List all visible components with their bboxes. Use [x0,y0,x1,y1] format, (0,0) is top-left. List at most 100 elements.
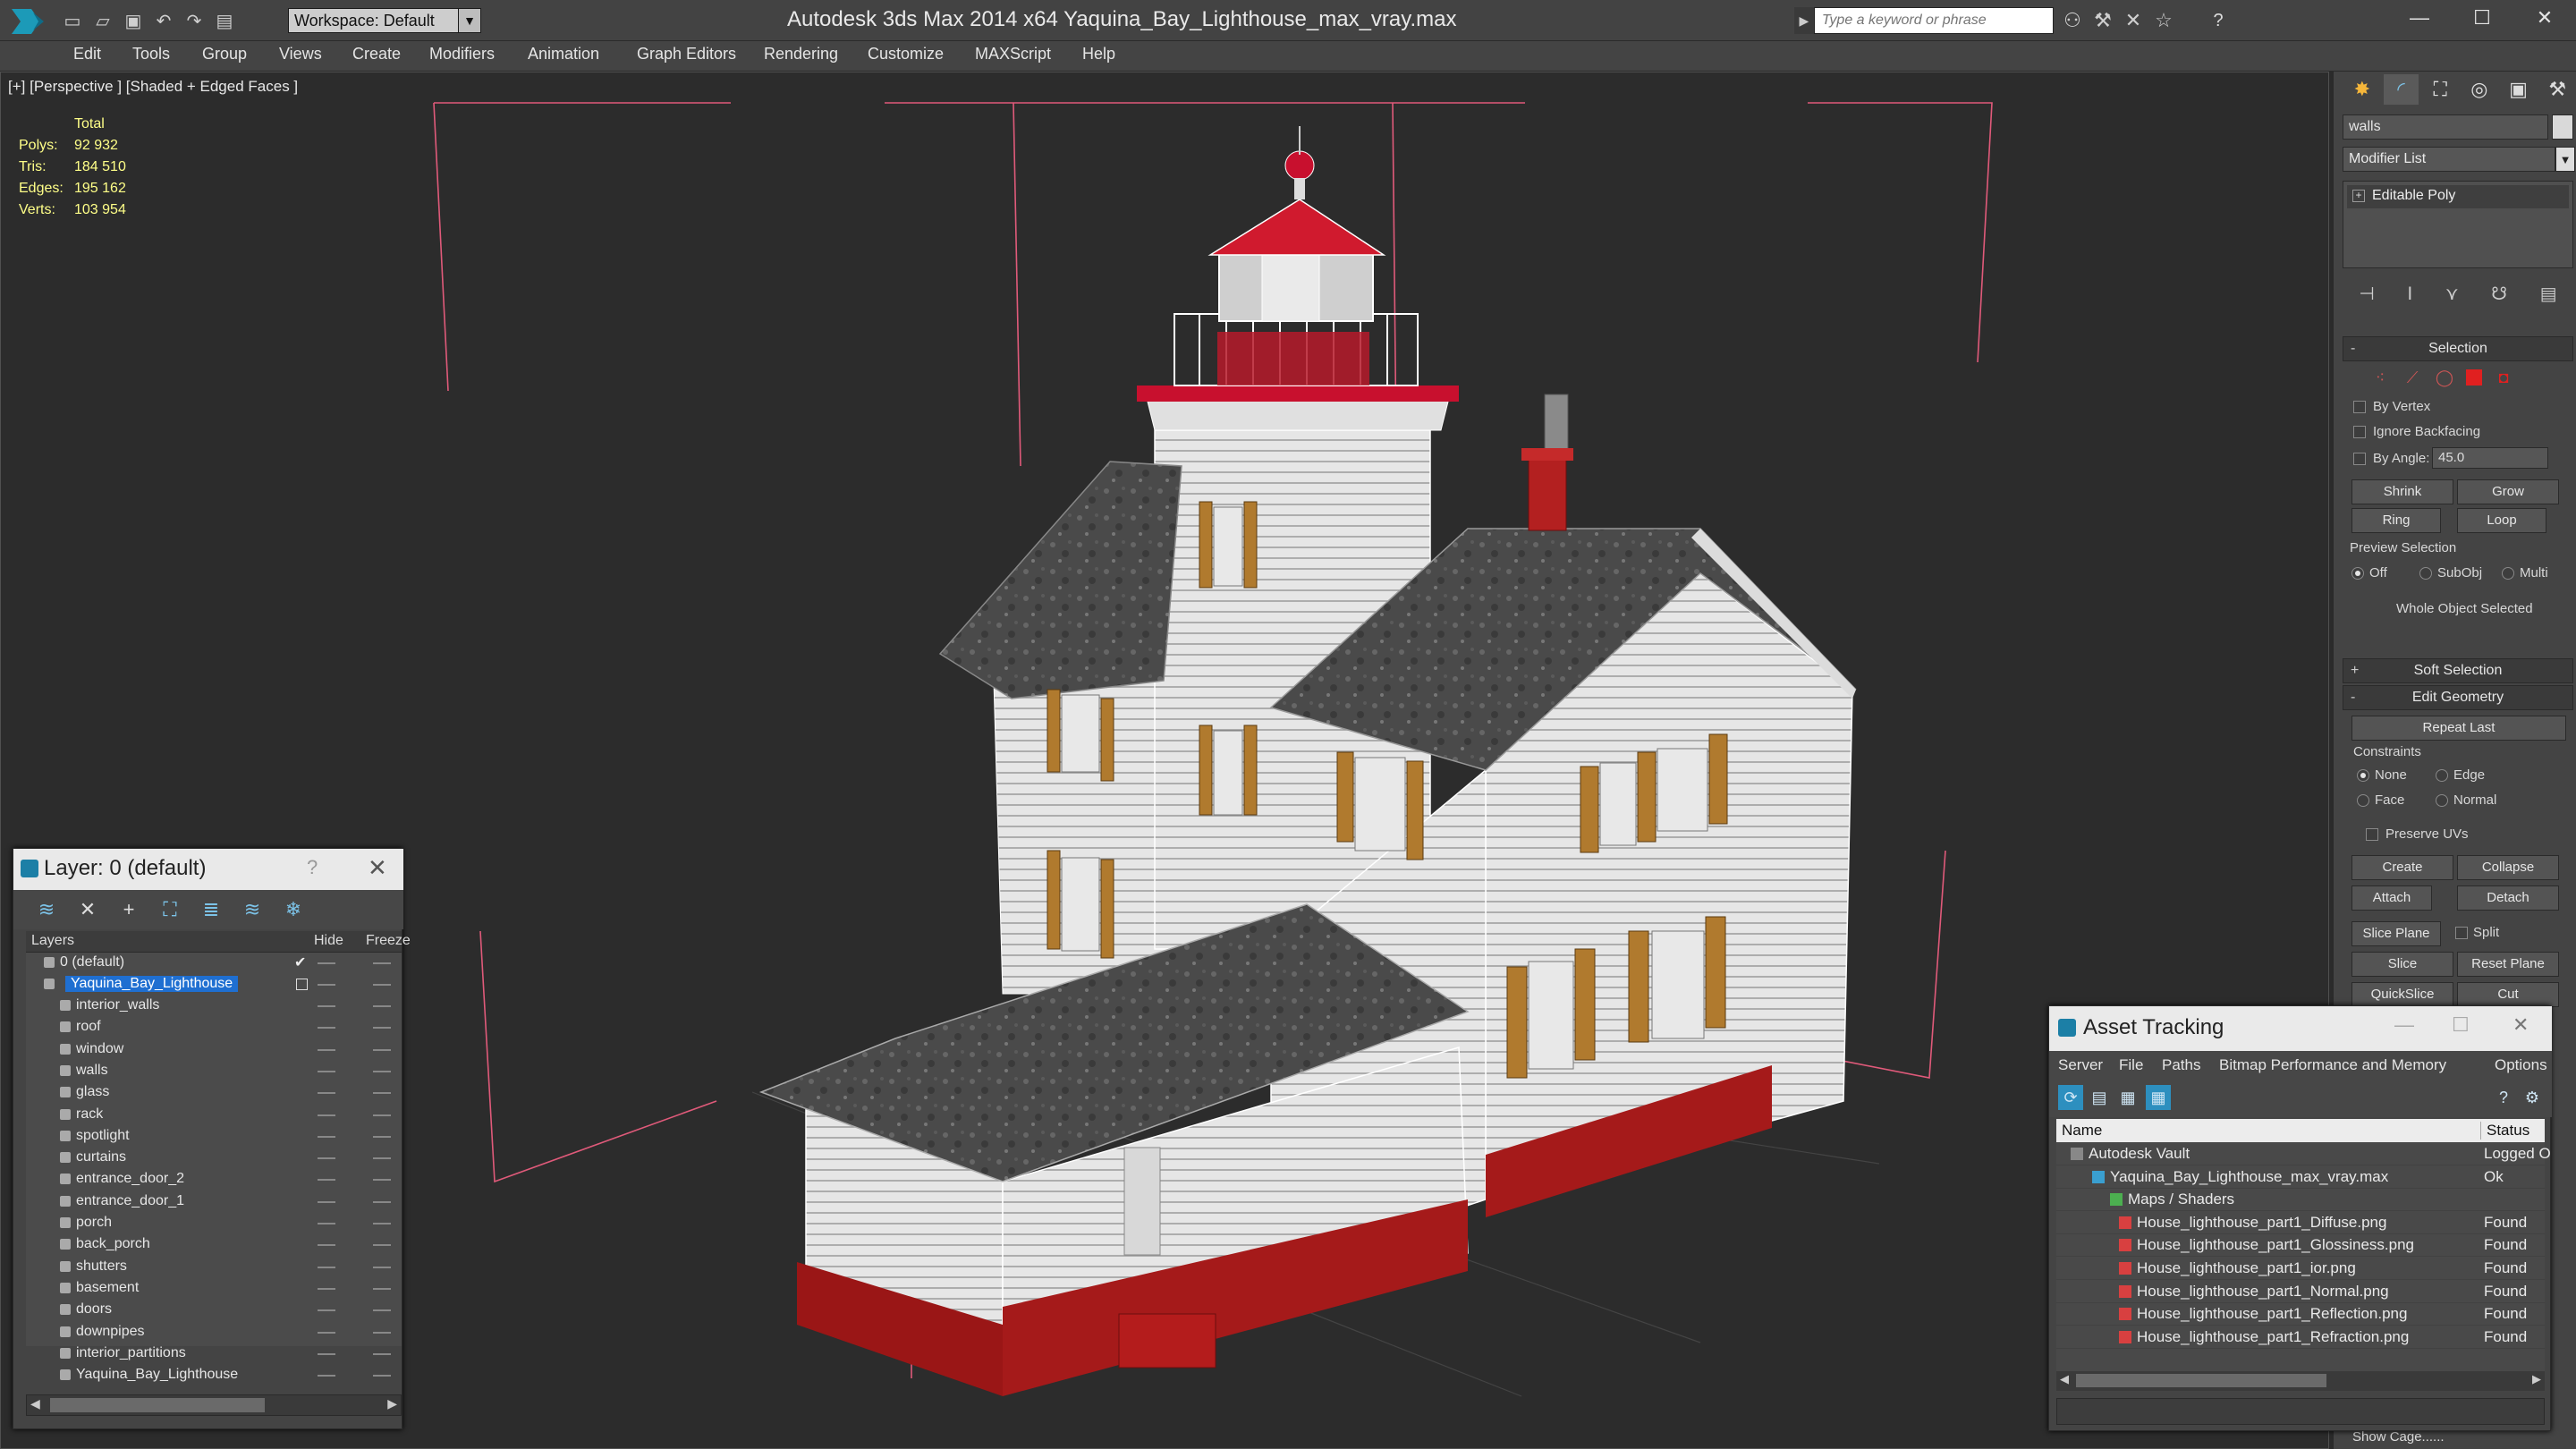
workspace-dropdown[interactable]: Workspace: Default [288,8,481,33]
layer-object-row[interactable]: porch [26,1213,402,1234]
set-current-layer-icon[interactable] [296,979,308,990]
split-checkbox[interactable] [2455,927,2468,939]
help-icon[interactable]: ? [2200,7,2236,34]
hide-toggle[interactable] [318,1331,335,1334]
menu-animation[interactable]: Animation [528,45,599,64]
help-icon[interactable]: ? [2491,1085,2516,1110]
asset-row[interactable]: House_lighthouse_part1_Glossiness.png Fou… [2056,1233,2545,1258]
binoculars-icon[interactable]: ⚇ [2059,7,2086,34]
menu-create[interactable]: Create [352,45,401,64]
soft-selection-rollout-header[interactable]: + Soft Selection [2343,658,2573,683]
menu-modifiers[interactable]: Modifiers [429,45,495,64]
minimize-icon[interactable]: — [2394,1013,2414,1037]
hide-toggle[interactable] [318,1070,335,1072]
selection-rollout-header[interactable]: - Selection [2343,336,2573,361]
hide-toggle[interactable] [318,1114,335,1116]
hide-toggle[interactable] [318,984,335,986]
hide-toggle[interactable] [318,1266,335,1268]
freeze-column[interactable]: Freeze [366,933,411,949]
asset-row[interactable]: House_lighthouse_part1_ior.png Found [2056,1257,2545,1280]
asset-window-titlebar[interactable]: Asset Tracking — ☐ ✕ [2049,1006,2552,1051]
hide-all-layers-icon[interactable]: ≋ [237,894,267,925]
freeze-toggle[interactable] [373,1266,391,1268]
workspace-dropdown-arrow-icon[interactable]: ▼ [458,8,481,33]
configure-sets-icon[interactable]: ▤ [2540,283,2557,305]
help-icon[interactable]: ? [307,856,318,879]
hide-toggle[interactable] [318,1200,335,1203]
menu-tools[interactable]: Tools [132,45,170,64]
layer-object-row[interactable]: Yaquina_Bay_Lighthouse [26,1365,402,1386]
tools-icon[interactable]: ⚒ [2089,7,2116,34]
list-view-icon[interactable]: ▤ [2087,1085,2112,1110]
scroll-left-icon[interactable]: ◀ [30,1396,40,1411]
detail-view-icon[interactable]: ▦ [2115,1085,2140,1110]
show-end-result-icon[interactable]: Ⅰ [2407,283,2412,305]
layer-object-row[interactable]: roof [26,1017,402,1038]
ring-button[interactable]: Ring [2351,508,2441,533]
scroll-thumb[interactable] [50,1398,265,1412]
layer-object-row[interactable]: interior_walls [26,996,402,1017]
cut-button[interactable]: Cut [2457,982,2559,1007]
pin-stack-icon[interactable]: ⊣ [2359,283,2374,305]
name-column[interactable]: Name [2062,1122,2102,1140]
modifier-list-dropdown[interactable]: Modifier List [2343,147,2555,172]
project-folder-icon[interactable]: ▤ [211,7,238,34]
ignore-backfacing-checkbox[interactable] [2353,426,2366,438]
menu-graph-editors[interactable]: Graph Editors [637,45,736,64]
redo-icon[interactable]: ↷ [181,7,208,34]
layer-object-row[interactable]: shutters [26,1257,402,1278]
collapse-button[interactable]: Collapse [2457,855,2559,880]
create-layer-icon[interactable]: ≋ [31,894,62,925]
freeze-toggle[interactable] [373,1027,391,1030]
asset-menu-options[interactable]: Options [2495,1056,2547,1074]
freeze-toggle[interactable] [373,1070,391,1072]
display-tab-icon[interactable]: ▣ [2501,74,2537,105]
freeze-toggle[interactable] [373,1114,391,1116]
loop-button[interactable]: Loop [2457,508,2546,533]
scroll-thumb[interactable] [2076,1374,2326,1387]
freeze-toggle[interactable] [373,1135,391,1138]
detach-button[interactable]: Detach [2457,886,2559,911]
refresh-icon[interactable]: ⟳ [2058,1085,2083,1110]
constraint-face-radio[interactable] [2357,794,2369,807]
asset-row[interactable]: Maps / Shaders [2056,1188,2545,1212]
by-vertex-checkbox[interactable] [2353,401,2366,413]
search-expand-icon[interactable]: ▶ [1794,7,1814,34]
freeze-toggle[interactable] [373,1200,391,1203]
freeze-toggle[interactable] [373,1375,391,1377]
asset-row[interactable]: House_lighthouse_part1_Reflection.png Fou… [2056,1302,2545,1326]
freeze-toggle[interactable] [373,1179,391,1182]
layer-object-row[interactable]: interior_partitions [26,1343,402,1365]
grow-button[interactable]: Grow [2457,479,2559,504]
freeze-toggle[interactable] [373,1157,391,1160]
freeze-toggle[interactable] [373,1352,391,1355]
layer-row-selected[interactable]: Yaquina_Bay_Lighthouse [26,974,402,996]
exchange-icon[interactable]: ✕ [2120,7,2147,34]
remove-modifier-icon[interactable]: ☋ [2491,283,2507,305]
hide-toggle[interactable] [318,1244,335,1247]
layer-object-row[interactable]: downpipes [26,1322,402,1343]
create-tab-icon[interactable]: ✸ [2344,74,2380,105]
angle-spinner[interactable]: 45.0 [2432,447,2548,469]
maximize-icon[interactable]: ☐ [2452,1013,2470,1037]
layer-object-row[interactable]: rack [26,1105,402,1126]
close-icon[interactable]: ✕ [368,854,387,882]
undo-icon[interactable]: ↶ [150,7,177,34]
minimize-icon[interactable]: — [2388,0,2451,36]
scroll-right-icon[interactable]: ▶ [2532,1372,2541,1386]
element-icon[interactable]: ◘ [2493,367,2514,388]
scroll-right-icon[interactable]: ▶ [387,1396,397,1411]
preserve-uvs-checkbox[interactable] [2366,828,2378,841]
show-cage-checkbox[interactable]: Show Cage...... [2352,1429,2445,1445]
object-color-swatch[interactable] [2552,114,2573,140]
asset-horizontal-scrollbar[interactable]: ◀ ▶ [2056,1371,2545,1391]
menu-edit[interactable]: Edit [73,45,101,64]
asset-row[interactable]: House_lighthouse_part1_Normal.png Found [2056,1280,2545,1303]
table-view-icon[interactable]: ▦ [2146,1085,2171,1110]
constraint-normal-radio[interactable] [2436,794,2448,807]
layer-horizontal-scrollbar[interactable]: ◀ ▶ [26,1394,402,1416]
hide-toggle[interactable] [318,1309,335,1312]
viewport-label[interactable]: [+] [Perspective ] [Shaded + Edged Faces… [8,78,298,96]
freeze-toggle[interactable] [373,1331,391,1334]
preview-multi-radio[interactable] [2502,567,2514,580]
